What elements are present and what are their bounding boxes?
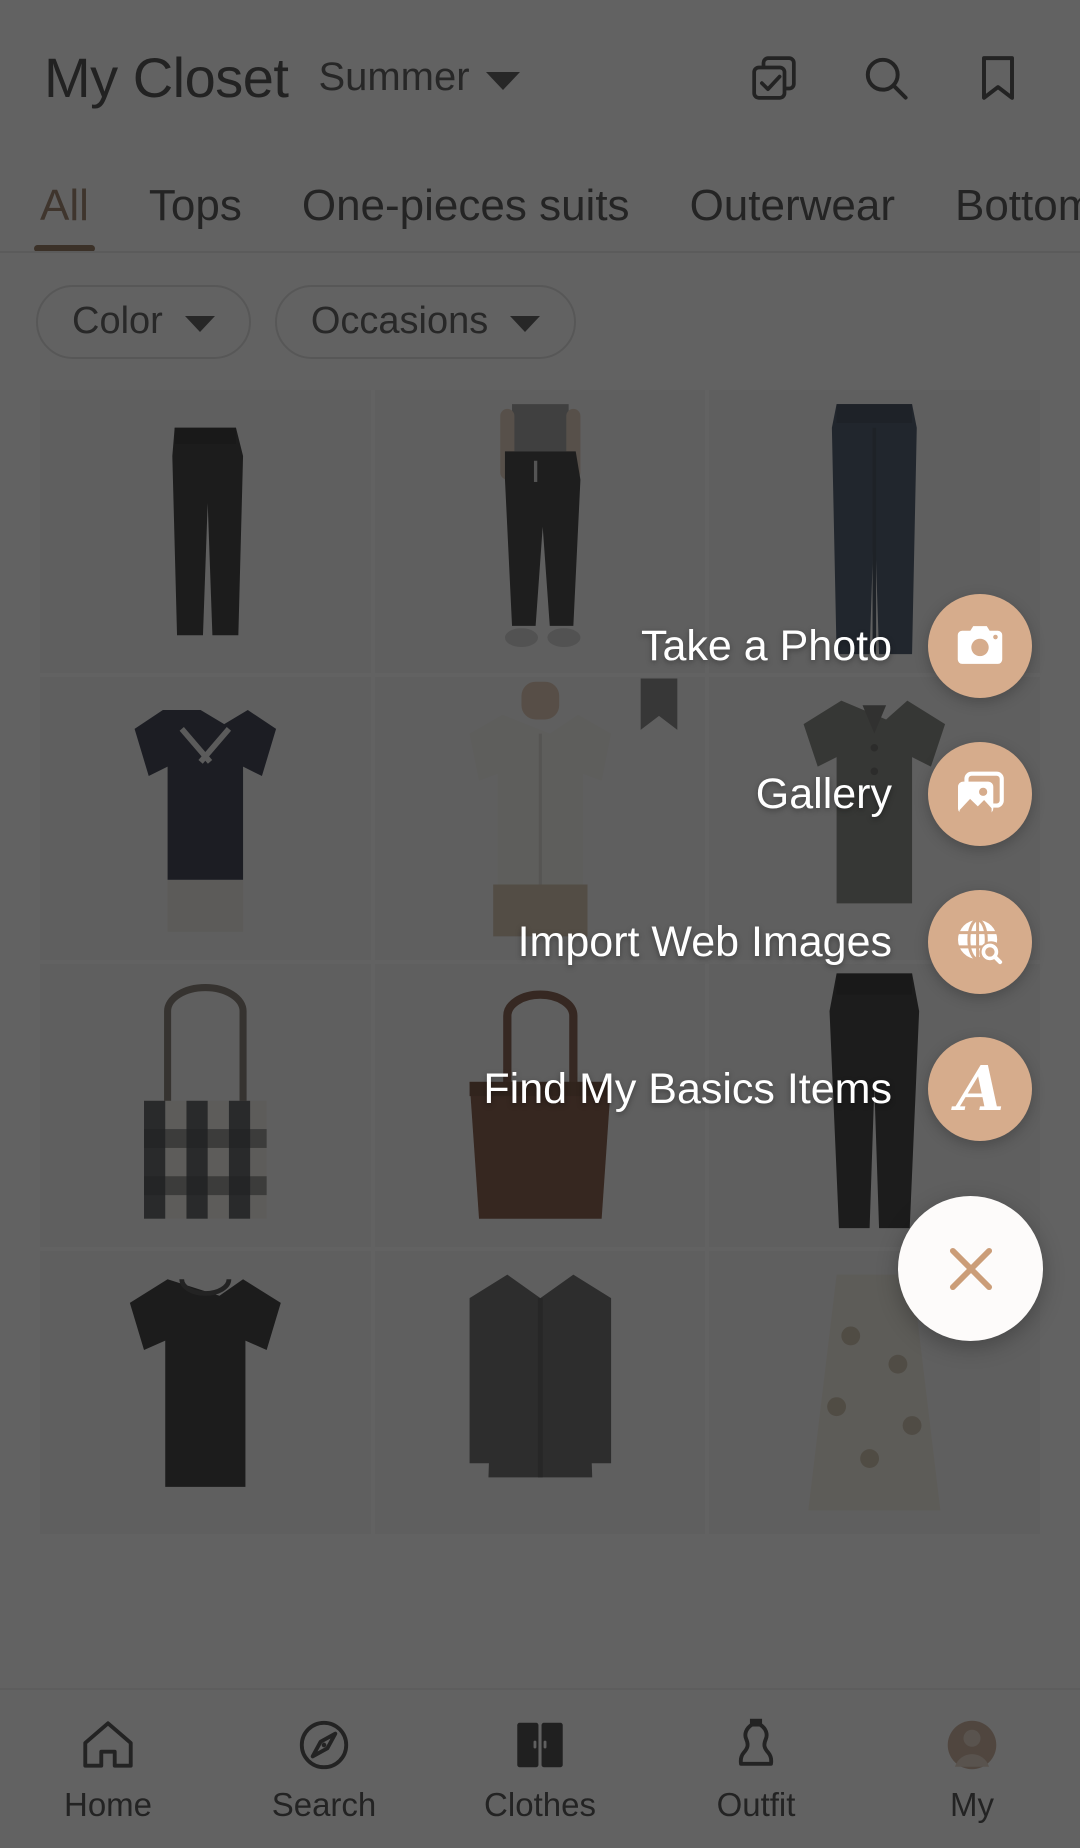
fab-action-import-web-images-label: Import Web Images	[517, 917, 892, 966]
script-a-glyph: A	[955, 1052, 1005, 1125]
fab-action-take-a-photo-label: Take a Photo	[640, 621, 892, 670]
fab-action-import-web-images[interactable]: Import Web Images	[518, 890, 1032, 994]
fab-action-find-my-basics-items-label: Find My Basics Items	[483, 1064, 892, 1113]
fab-action-gallery[interactable]: Gallery	[756, 742, 1032, 846]
close-speed-dial-button[interactable]	[898, 1196, 1043, 1341]
fab-action-find-my-basics-items[interactable]: Find My Basics Items A	[483, 1037, 1032, 1141]
close-icon	[949, 1247, 992, 1290]
photo-stack-icon[interactable]	[928, 742, 1032, 846]
globe-search-icon[interactable]	[928, 890, 1032, 994]
fab-action-gallery-label: Gallery	[755, 769, 892, 818]
app-root: My Closet Summer	[0, 0, 1080, 1848]
fab-action-take-a-photo[interactable]: Take a Photo	[641, 594, 1032, 698]
script-a-logo-icon[interactable]: A	[928, 1037, 1032, 1141]
camera-icon[interactable]	[928, 594, 1032, 698]
